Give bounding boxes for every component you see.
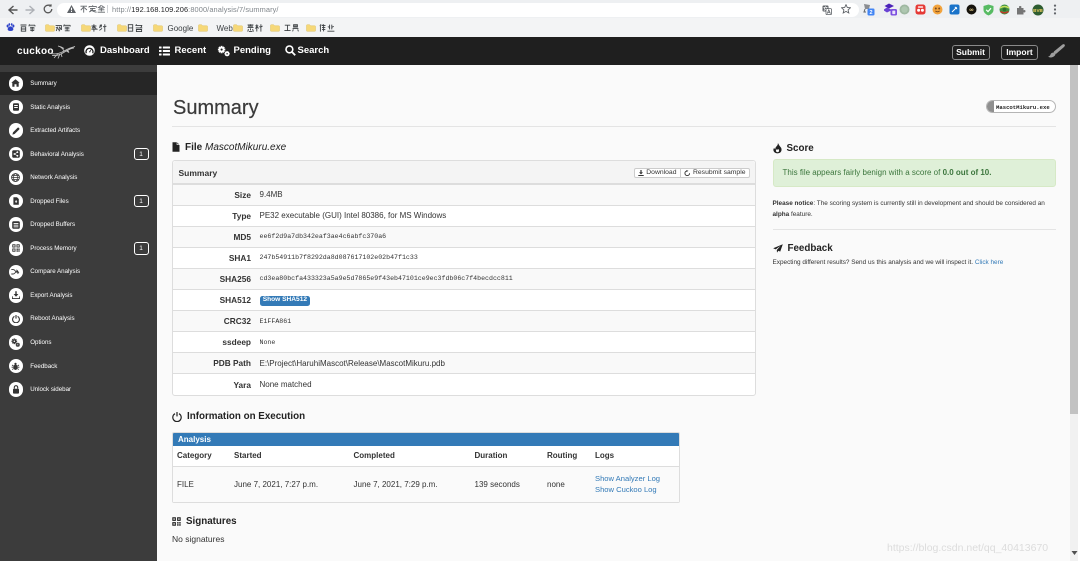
svg-text:BVB: BVB <box>1033 8 1043 13</box>
svg-text:∞: ∞ <box>969 8 973 14</box>
svg-text:2: 2 <box>869 10 872 16</box>
